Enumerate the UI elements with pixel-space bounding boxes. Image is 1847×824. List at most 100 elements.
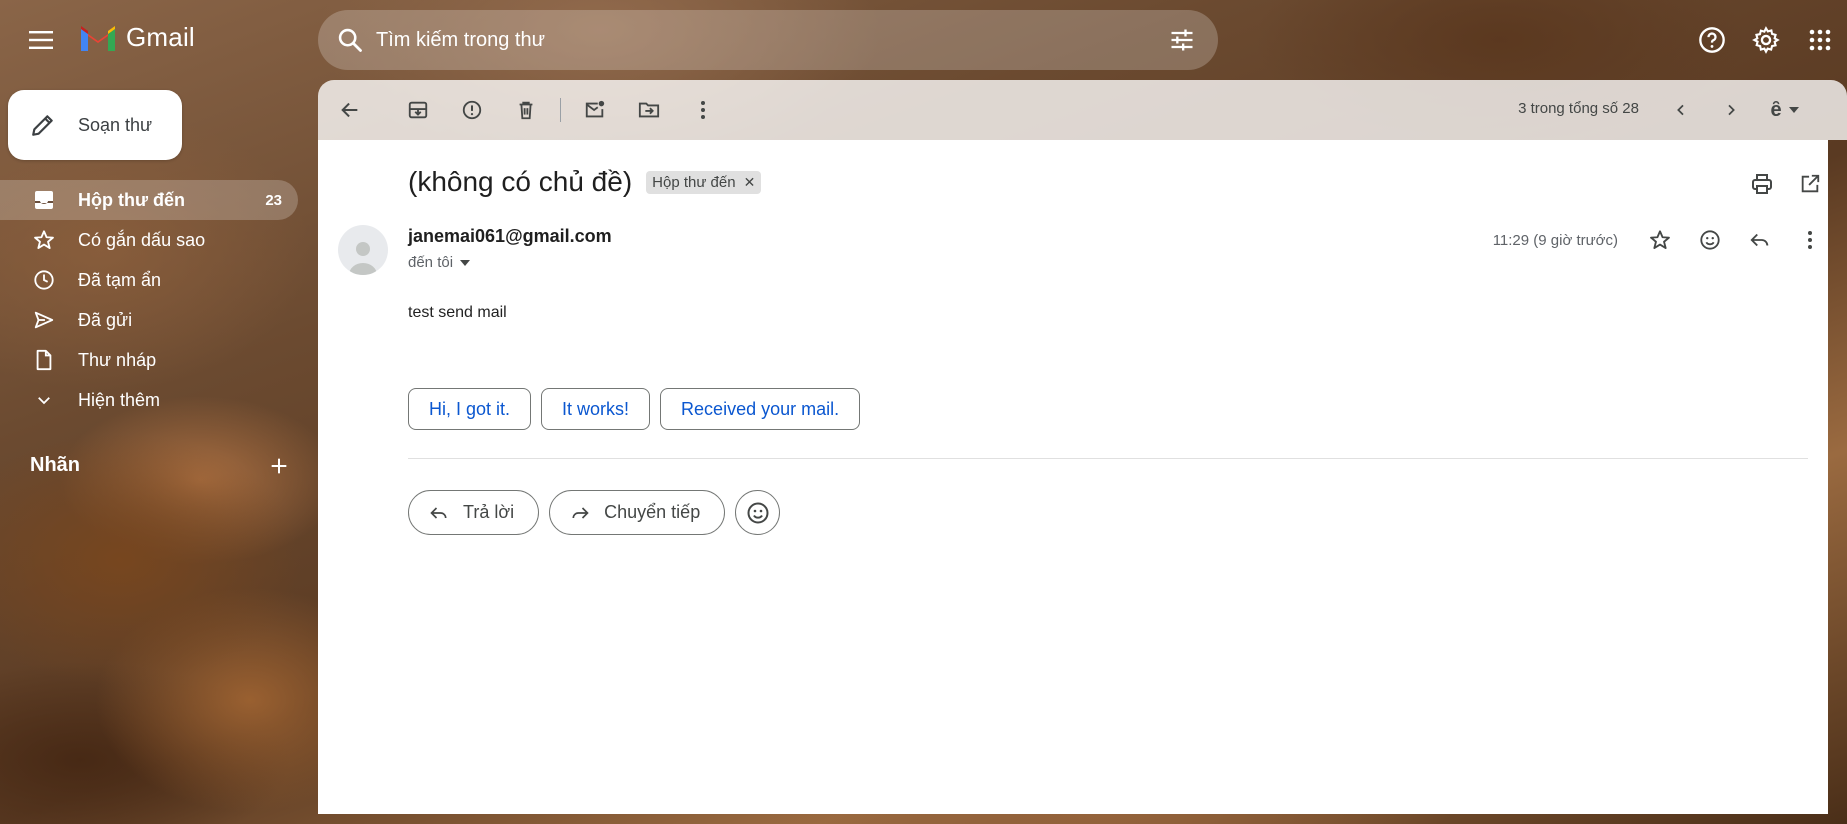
inbox-icon [32, 188, 56, 212]
back-button[interactable] [330, 90, 370, 130]
reply-pill-button[interactable]: Trả lời [408, 490, 540, 535]
sidebar-item-inbox[interactable]: Hộp thư đến 23 [0, 180, 298, 220]
gmail-m-icon [81, 25, 115, 51]
emoji-reaction-button[interactable] [735, 490, 781, 535]
archive-button[interactable] [398, 90, 438, 130]
clock-icon [32, 268, 56, 292]
sidebar-item-label: Đã gửi [78, 309, 133, 330]
sidebar-item-label: Thư nháp [78, 349, 157, 370]
forward-pill-button[interactable]: Chuyển tiếp [549, 490, 726, 535]
label-chip-text: Hộp thư đến [652, 173, 736, 191]
apps-grid-icon [1809, 29, 1831, 51]
add-reaction-button[interactable] [1692, 222, 1728, 258]
archive-icon [408, 101, 428, 119]
smart-reply-button[interactable]: It works! [541, 388, 651, 430]
email-body: test send mail [408, 304, 507, 321]
sidebar-item-label: Đã tạm ẩn [78, 269, 162, 290]
search-icon[interactable] [336, 26, 364, 54]
compose-label: Soạn thư [78, 114, 153, 135]
open-new-window-button[interactable] [1792, 166, 1828, 202]
mark-unread-icon [585, 100, 605, 118]
more-actions-button[interactable] [683, 90, 723, 130]
inbox-label-chip[interactable]: Hộp thư đến ✕ [646, 170, 762, 194]
labels-heading: Nhãn [30, 454, 80, 476]
help-icon [1699, 27, 1725, 53]
remove-label-icon[interactable]: ✕ [744, 174, 756, 191]
print-icon [1752, 174, 1772, 194]
gear-icon [1752, 26, 1780, 54]
sender-email[interactable]: janemai061@gmail.com [408, 226, 612, 247]
person-icon [349, 242, 377, 275]
reply-icon [1750, 233, 1769, 247]
pagination-text: 3 trong tổng số 28 [1518, 100, 1639, 117]
send-icon [32, 308, 56, 332]
apps-button[interactable] [1793, 20, 1847, 60]
caret-down-icon [1788, 107, 1799, 113]
message-toolbar: 3 trong tổng số 28 ȇ [318, 80, 1847, 140]
message-divider [408, 458, 1808, 459]
delete-button[interactable] [506, 90, 546, 130]
emoji-icon [1700, 230, 1720, 250]
settings-button[interactable] [1739, 20, 1793, 60]
sidebar-item-starred[interactable]: Có gắn dấu sao [0, 220, 298, 260]
add-label-icon[interactable] [268, 455, 290, 477]
reply-icon [430, 506, 447, 519]
sidebar-item-snoozed[interactable]: Đã tạm ẩn [0, 260, 298, 300]
labels-section-header: Nhãn [30, 454, 290, 477]
input-tools-icon: ȇ [1770, 98, 1782, 121]
email-subject: (không có chủ đề) [408, 166, 633, 197]
star-icon [1650, 230, 1670, 249]
draft-icon [32, 348, 56, 372]
forward-icon [572, 506, 589, 519]
reply-actions: Trả lời Chuyển tiếp [408, 490, 781, 535]
newer-button[interactable] [1661, 90, 1701, 130]
compose-button[interactable]: Soạn thư [8, 90, 182, 160]
emoji-icon [747, 502, 769, 523]
print-button[interactable] [1744, 166, 1780, 202]
gmail-logo-text: Gmail [126, 22, 195, 52]
chevron-right-icon [1728, 104, 1735, 116]
unread-count: 23 [265, 191, 282, 209]
reply-button[interactable] [1742, 222, 1778, 258]
message-more-button[interactable] [1792, 222, 1828, 258]
smart-replies: Hi, I got it. It works! Received your ma… [408, 388, 861, 430]
more-vertical-icon [1808, 231, 1812, 249]
mark-unread-button[interactable] [575, 90, 615, 130]
sidebar-item-label: Hộp thư đến [78, 189, 186, 210]
search-input[interactable]: Tìm kiếm trong thư [376, 29, 1168, 52]
sidebar-nav: Hộp thư đến 23 Có gắn dấu sao Đã tạm ẩn … [0, 180, 298, 420]
sidebar-item-drafts[interactable]: Thư nháp [0, 340, 298, 380]
chevron-down-icon [32, 388, 56, 412]
chevron-left-icon [1677, 104, 1684, 116]
sidebar-item-label: Có gắn dấu sao [78, 229, 206, 250]
open-in-new-icon [1801, 174, 1820, 193]
toolbar-divider [560, 98, 561, 122]
pencil-icon [32, 115, 53, 136]
gmail-logo[interactable]: Gmail [78, 22, 195, 53]
search-options-icon[interactable] [1168, 26, 1196, 54]
move-to-folder-icon [638, 102, 660, 118]
sidebar-item-label: Hiện thêm [78, 389, 161, 410]
reply-label: Trả lời [463, 502, 515, 522]
top-bar: Gmail Tìm kiếm trong thư [0, 0, 1847, 80]
older-button[interactable] [1711, 90, 1751, 130]
search-bar[interactable]: Tìm kiếm trong thư [318, 10, 1218, 70]
recipient-details[interactable]: đến tôi [408, 254, 471, 271]
help-button[interactable] [1685, 20, 1739, 60]
input-tools-button[interactable]: ȇ [1761, 90, 1809, 130]
sidebar-item-more[interactable]: Hiện thêm [0, 380, 298, 420]
smart-reply-button[interactable]: Hi, I got it. [408, 388, 532, 430]
star-button[interactable] [1642, 222, 1678, 258]
message-content: (không có chủ đề) Hộp thư đến ✕ janemai0… [318, 140, 1828, 814]
message-panel: 3 trong tổng số 28 ȇ (không có chủ đề) H… [318, 80, 1847, 814]
star-icon [32, 228, 56, 252]
trash-icon [519, 101, 533, 120]
report-spam-button[interactable] [452, 90, 492, 130]
move-to-button[interactable] [629, 90, 669, 130]
main-menu-button[interactable] [14, 16, 70, 64]
more-vertical-icon [701, 101, 705, 119]
sidebar-item-sent[interactable]: Đã gửi [0, 300, 298, 340]
caret-down-icon [460, 259, 471, 266]
smart-reply-button[interactable]: Received your mail. [660, 388, 861, 430]
sender-avatar[interactable] [338, 225, 388, 275]
